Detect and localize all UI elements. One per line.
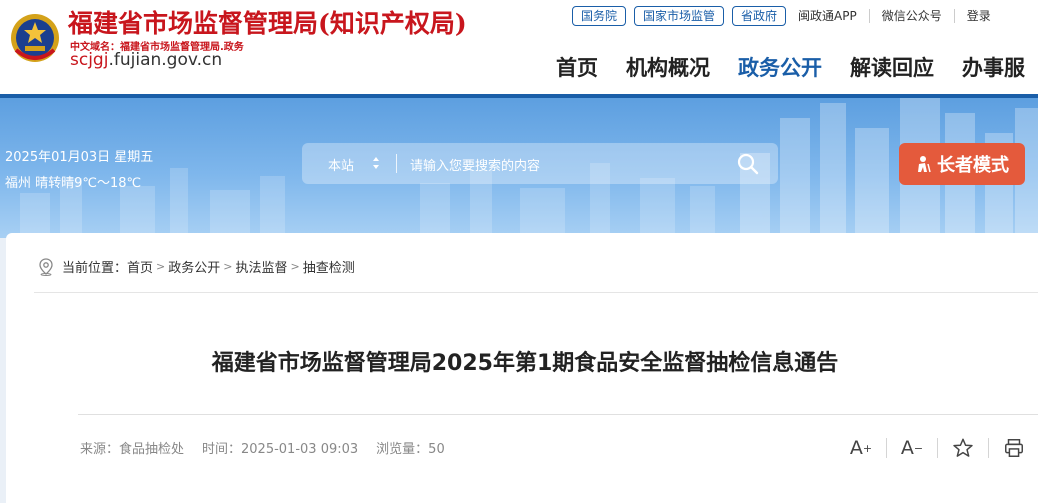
nav-home[interactable]: 首页 bbox=[556, 52, 598, 82]
nav-interpretation[interactable]: 解读回应 bbox=[850, 52, 934, 82]
font-decrease-button[interactable]: A − bbox=[900, 436, 924, 460]
chevron-right-icon: > bbox=[156, 260, 166, 273]
banner: 2025年01月03日 星期五 福州 晴转晴9℃～18℃ 本站 请输入您要搜索的… bbox=[0, 98, 1038, 238]
link-samr[interactable]: 国家市场监管 bbox=[634, 6, 725, 26]
article-source: 来源：食品抽检处 bbox=[80, 442, 185, 457]
article-time: 时间：2025-01-03 09:03 bbox=[202, 442, 359, 457]
tool-separator bbox=[886, 438, 887, 458]
updown-arrow-icon[interactable] bbox=[372, 156, 380, 170]
main-nav: 首页 机构概况 政务公开 解读回应 办事服 bbox=[556, 52, 1038, 82]
font-decrease-icon: A bbox=[900, 437, 914, 459]
search-icon[interactable] bbox=[736, 152, 760, 176]
content-card: 当前位置： 首页 > 政务公开 > 执法监督 > 抽查检测 福建省市场监督管理局… bbox=[6, 233, 1038, 503]
search-divider bbox=[396, 154, 397, 173]
login-link[interactable]: 登录 bbox=[953, 9, 1003, 23]
nav-about[interactable]: 机构概况 bbox=[626, 52, 710, 82]
breadcrumb-inspection[interactable]: 抽查检测 bbox=[303, 257, 355, 276]
breadcrumb-divider bbox=[34, 292, 1038, 293]
elder-mode-label: 长者模式 bbox=[937, 155, 1009, 176]
printer-icon bbox=[1005, 439, 1023, 457]
location-pin-icon bbox=[39, 257, 53, 276]
weather-info: 福州 晴转晴9℃～18℃ bbox=[5, 176, 142, 191]
breadcrumb-label: 当前位置： bbox=[62, 261, 128, 276]
site-title[interactable]: 福建省市场监督管理局(知识产权局) bbox=[68, 4, 467, 40]
article-views: 浏览量：50 bbox=[376, 442, 445, 457]
chevron-right-icon: > bbox=[290, 260, 300, 273]
breadcrumb: 当前位置： 首页 > 政务公开 > 执法监督 > 抽查检测 bbox=[38, 257, 355, 276]
plus-icon: + bbox=[862, 441, 873, 455]
search-bar: 本站 请输入您要搜索的内容 bbox=[302, 143, 778, 184]
star-icon bbox=[953, 438, 973, 457]
top-links: 国务院 国家市场监管 省政府 闽政通APP 微信公众号 登录 bbox=[572, 6, 1003, 26]
title-divider bbox=[78, 414, 1038, 415]
breadcrumb-enforcement[interactable]: 执法监督 bbox=[235, 257, 287, 276]
elder-mode-button[interactable]: 长者模式 bbox=[899, 143, 1025, 185]
article-tools: A + A − bbox=[849, 436, 1038, 460]
police-emblem-logo bbox=[11, 14, 59, 62]
domain-prefix: scjgj bbox=[70, 50, 109, 70]
english-domain: scjgj.fujian.gov.cn bbox=[70, 50, 222, 70]
font-increase-icon: A bbox=[849, 437, 863, 459]
minus-icon: − bbox=[913, 441, 924, 455]
chevron-right-icon: > bbox=[223, 260, 233, 273]
font-increase-button[interactable]: A + bbox=[849, 436, 873, 460]
search-scope-select[interactable]: 本站 bbox=[328, 155, 354, 174]
site-header: 福建省市场监督管理局(知识产权局) 中文域名：福建省市场监督管理局.政务 scj… bbox=[0, 0, 1038, 94]
current-date: 2025年01月03日 星期五 bbox=[5, 150, 154, 165]
elder-person-icon bbox=[918, 156, 931, 173]
link-provincial-gov[interactable]: 省政府 bbox=[732, 6, 787, 26]
article-meta: 来源：食品抽检处 时间：2025-01-03 09:03 浏览量：50 bbox=[80, 438, 463, 457]
print-button[interactable] bbox=[1002, 436, 1026, 460]
tool-separator bbox=[988, 438, 989, 458]
nav-gov-affairs[interactable]: 政务公开 bbox=[738, 52, 822, 82]
article-title: 福建省市场监督管理局2025年第1期食品安全监督抽检信息通告 bbox=[211, 351, 839, 376]
favorite-button[interactable] bbox=[951, 436, 975, 460]
link-mztapp[interactable]: 闽政通APP bbox=[794, 9, 869, 23]
link-wechat[interactable]: 微信公众号 bbox=[868, 9, 954, 23]
link-state-council[interactable]: 国务院 bbox=[572, 6, 627, 26]
breadcrumb-gov-affairs[interactable]: 政务公开 bbox=[168, 257, 220, 276]
breadcrumb-home[interactable]: 首页 bbox=[127, 257, 153, 276]
tool-separator bbox=[937, 438, 938, 458]
domain-rest: .fujian.gov.cn bbox=[108, 50, 223, 70]
nav-services[interactable]: 办事服 bbox=[962, 52, 1025, 82]
search-input[interactable]: 请输入您要搜索的内容 bbox=[410, 155, 540, 174]
